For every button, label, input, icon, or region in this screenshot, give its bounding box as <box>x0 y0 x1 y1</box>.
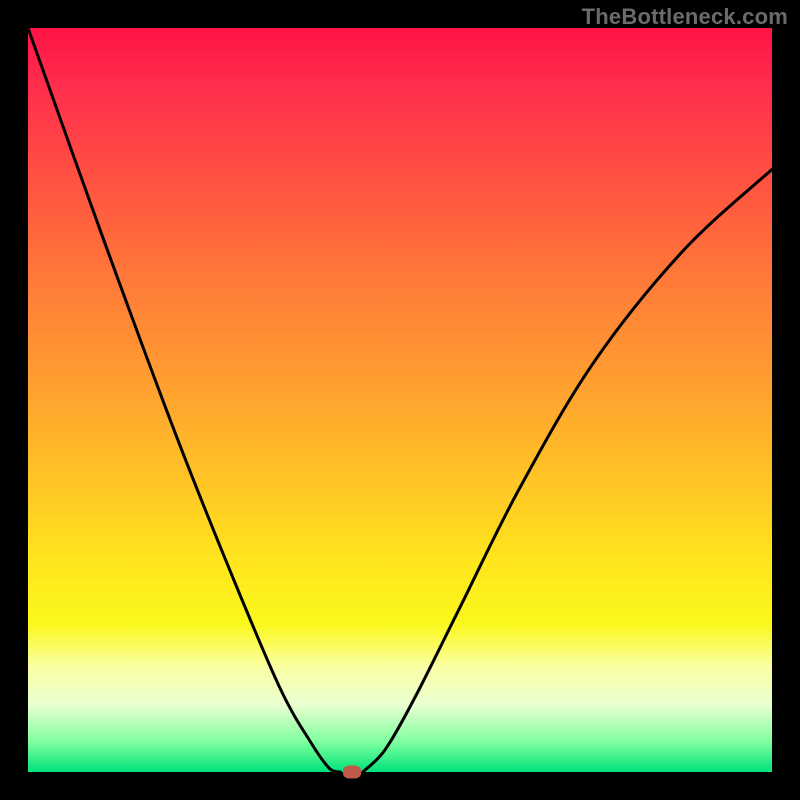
bottleneck-marker <box>343 766 361 779</box>
chart-frame: TheBottleneck.com <box>0 0 800 800</box>
plot-area <box>28 28 772 772</box>
curve-left-branch <box>28 28 340 772</box>
curve-right-branch <box>363 169 772 772</box>
curve-svg <box>28 28 772 772</box>
watermark-text: TheBottleneck.com <box>582 4 788 30</box>
